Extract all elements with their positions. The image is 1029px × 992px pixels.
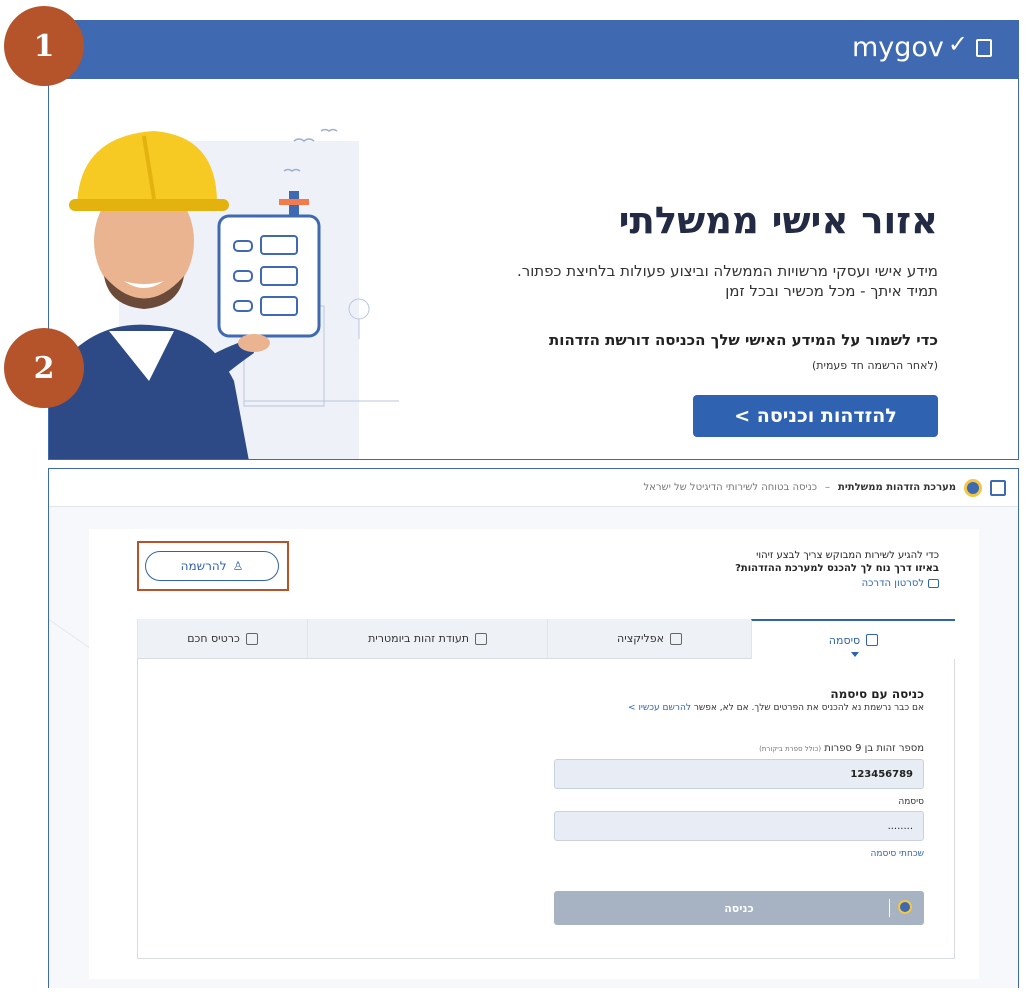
state-emblem-icon — [990, 479, 1006, 496]
id-number-hint: (כולל ספרת ביקורת) — [759, 745, 822, 753]
header-title: מערכת הזדהות ממשלתית — [838, 482, 956, 493]
lock-icon — [866, 634, 879, 646]
intro-question: באיזו דרך נוח לך להכנס למערכת ההזדהות? — [735, 563, 939, 574]
identification-system-panel: מערכת הזדהות ממשלתית – כניסה בטוחה לשירו… — [48, 468, 1019, 988]
bird-icon — [283, 168, 301, 172]
intro-block: כדי להגיע לשירות המבוקש צריך לבצע זיהוי … — [735, 549, 939, 590]
login-submit-button[interactable]: כניסה — [554, 891, 924, 925]
tab-password[interactable]: סיסמה — [751, 619, 955, 659]
play-video-icon — [928, 579, 939, 588]
forgot-password-link[interactable]: שכחתי סיסמה — [871, 849, 925, 859]
tab-biometric-label: תעודת זהות ביומטרית — [368, 632, 469, 645]
header-separator: – — [825, 482, 831, 493]
add-user-icon: ♙ — [232, 559, 244, 573]
login-title: כניסה עם סיסמה — [830, 687, 924, 701]
identification-subnote: (לאחר הרשמה חד פעמית) — [811, 359, 938, 372]
bird-icon — [320, 128, 338, 132]
mygov-logo[interactable]: mygov ✓ — [851, 29, 992, 63]
description-line-1: מידע אישי ועסקי מרשויות הממשלה וביצוע פע… — [516, 262, 938, 280]
hero-description: מידע אישי ועסקי מרשויות הממשלה וביצוע פע… — [517, 261, 938, 301]
tutorial-video-label: לסרטון הדרכה — [861, 578, 924, 589]
identification-header: מערכת הזדהות ממשלתית – כניסה בטוחה לשירו… — [49, 469, 1018, 507]
login-description: אם כבר נרשמת נא להכניס את הפרטים שלך. אם… — [628, 703, 924, 713]
shield-icon — [898, 900, 912, 914]
step-badge-1: 1 — [4, 6, 84, 86]
tab-smart-card-label: כרטיס חכם — [187, 632, 240, 645]
logo-text: mygov — [851, 32, 944, 63]
description-line-2: תמיד איתך - מכל מכשיר ובכל זמן — [725, 282, 938, 300]
login-method-tabs: סיסמה אפליקציה תעודת זהות ביומטרית כרטיס… — [137, 619, 955, 659]
id-number-input[interactable] — [554, 759, 924, 789]
bird-icon — [293, 138, 315, 142]
identification-note: כדי לשמור על המידע האישי שלך הכניסה דורש… — [549, 331, 938, 349]
id-number-label-text: מספר זהות בן 9 ספרות — [824, 743, 924, 754]
page: 1 2 mygov ✓ אזור אישי ממשלתי מידע אישי ו… — [0, 0, 1029, 992]
id-card-icon — [474, 632, 487, 645]
password-input[interactable] — [554, 811, 924, 841]
step-badge-2: 2 — [4, 328, 84, 408]
worker-illustration — [49, 128, 399, 459]
login-description-text: אם כבר נרשמת נא להכניס את הפרטים שלך. אם… — [693, 703, 924, 713]
password-login-form: כניסה עם סיסמה אם כבר נרשמת נא להכניס את… — [137, 659, 955, 959]
state-emblem-icon — [976, 38, 992, 57]
checkmark-icon: ✓ — [947, 29, 968, 58]
intro-line-1: כדי להגיע לשירות המבוקש צריך לבצע זיהוי — [756, 550, 939, 561]
page-title: אזור אישי ממשלתי — [618, 199, 938, 242]
login-submit-label: כניסה — [724, 901, 754, 915]
shield-icon — [964, 478, 982, 497]
header-subtitle: כניסה בטוחה לשירותי הדיגיטל של ישראל — [643, 482, 818, 493]
smart-card-icon — [245, 632, 258, 645]
divider — [889, 899, 890, 917]
register-button[interactable]: ♙ להרשמה — [145, 551, 279, 581]
top-bar: mygov ✓ — [49, 21, 1018, 79]
register-button-label: להרשמה — [180, 559, 227, 573]
tree-icon — [348, 298, 370, 320]
register-now-link[interactable]: להרשם עכשיו > — [628, 703, 691, 713]
tutorial-video-link[interactable]: לסרטון הדרכה — [735, 577, 939, 590]
identify-and-login-button[interactable]: להזדהות וכניסה > — [693, 395, 938, 437]
phone-icon — [669, 632, 682, 645]
login-card: כדי להגיע לשירות המבוקש צריך לבצע זיהוי … — [89, 529, 979, 979]
tab-smart-card[interactable]: כרטיס חכם — [137, 619, 307, 659]
id-number-label: מספר זהות בן 9 ספרות (כולל ספרת ביקורת) — [759, 743, 924, 754]
hand — [238, 334, 270, 352]
tab-biometric-id[interactable]: תעודת זהות ביומטרית — [307, 619, 547, 659]
personal-area-panel: mygov ✓ אזור אישי ממשלתי מידע אישי ועסקי… — [48, 20, 1019, 460]
password-label: סיסמה — [898, 797, 924, 807]
tab-app-label: אפליקציה — [617, 632, 664, 645]
tab-app[interactable]: אפליקציה — [547, 619, 751, 659]
tab-password-label: סיסמה — [828, 633, 861, 647]
